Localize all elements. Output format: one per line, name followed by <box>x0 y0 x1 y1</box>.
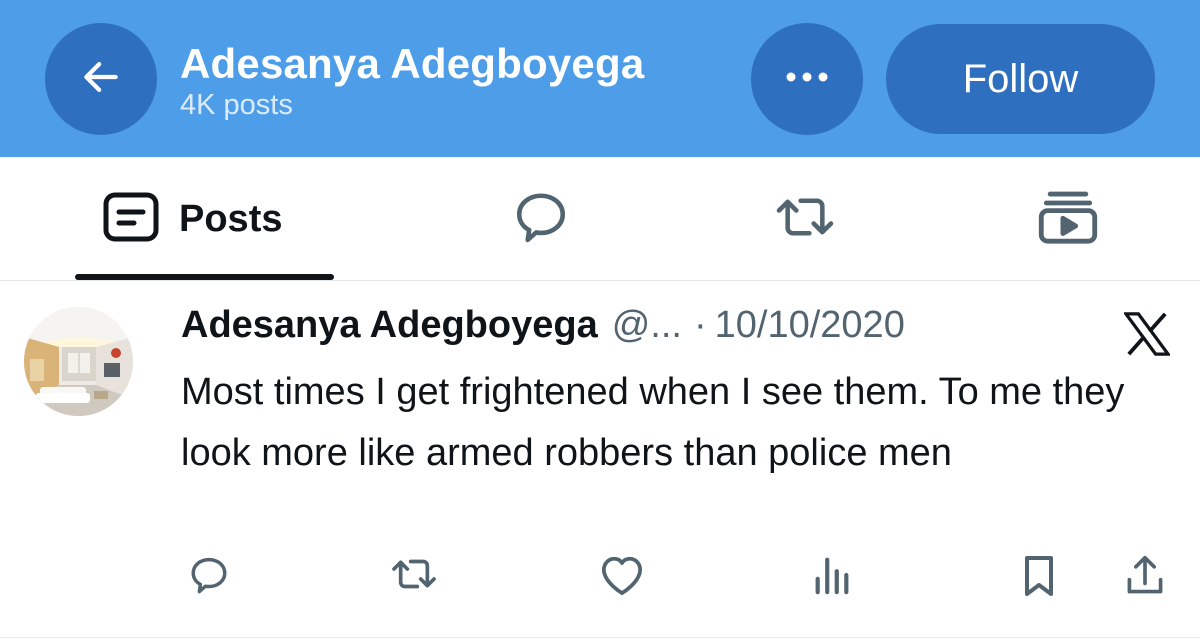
repost-icon <box>772 191 838 248</box>
views-button[interactable] <box>812 554 852 601</box>
tab-posts[interactable]: Posts <box>103 157 282 281</box>
bookmark-icon <box>1020 554 1058 603</box>
tweet-author-handle[interactable]: @... <box>612 304 682 347</box>
tweet-separator: · <box>693 304 707 346</box>
tab-reposts[interactable] <box>772 157 838 281</box>
like-icon <box>598 554 646 601</box>
reply-button[interactable] <box>186 554 232 601</box>
views-icon <box>812 554 852 601</box>
more-horizontal-icon <box>784 70 830 88</box>
reply-icon <box>186 554 232 601</box>
tab-media[interactable] <box>1037 157 1099 281</box>
more-button[interactable] <box>751 23 863 135</box>
tweet-author-name[interactable]: Adesanya Adegboyega <box>181 304 598 347</box>
media-play-icon <box>1037 189 1099 250</box>
back-button[interactable] <box>45 23 157 135</box>
tweet-text: Most times I get frightened when I see t… <box>181 371 1125 474</box>
arrow-left-icon <box>79 55 123 104</box>
share-icon <box>1124 554 1166 603</box>
bookmark-button[interactable] <box>1020 554 1058 603</box>
tweet-date[interactable]: 10/10/2020 <box>715 304 905 347</box>
reply-bubble-icon <box>510 188 572 251</box>
follow-button[interactable]: Follow <box>886 24 1155 134</box>
profile-header: Adesanya Adegboyega 4K posts Follow <box>0 0 1200 157</box>
avatar[interactable] <box>24 307 133 416</box>
tweet[interactable]: Adesanya Adegboyega @... · 10/10/2020 Mo… <box>0 282 1200 638</box>
repost-button[interactable] <box>388 554 440 599</box>
share-button[interactable] <box>1124 554 1166 603</box>
like-button[interactable] <box>598 554 646 601</box>
profile-name: Adesanya Adegboyega <box>180 40 645 87</box>
x-logo-icon <box>1122 312 1172 361</box>
repost-icon <box>388 554 440 599</box>
avatar-image <box>24 307 133 416</box>
tab-posts-label: Posts <box>179 197 283 240</box>
tab-replies[interactable] <box>510 157 572 281</box>
post-count: 4K posts <box>180 89 293 121</box>
active-tab-indicator <box>75 274 334 280</box>
tweet-header: Adesanya Adegboyega @... · 10/10/2020 <box>181 304 905 347</box>
posts-icon <box>103 192 159 247</box>
profile-tabs: Posts <box>0 157 1200 281</box>
